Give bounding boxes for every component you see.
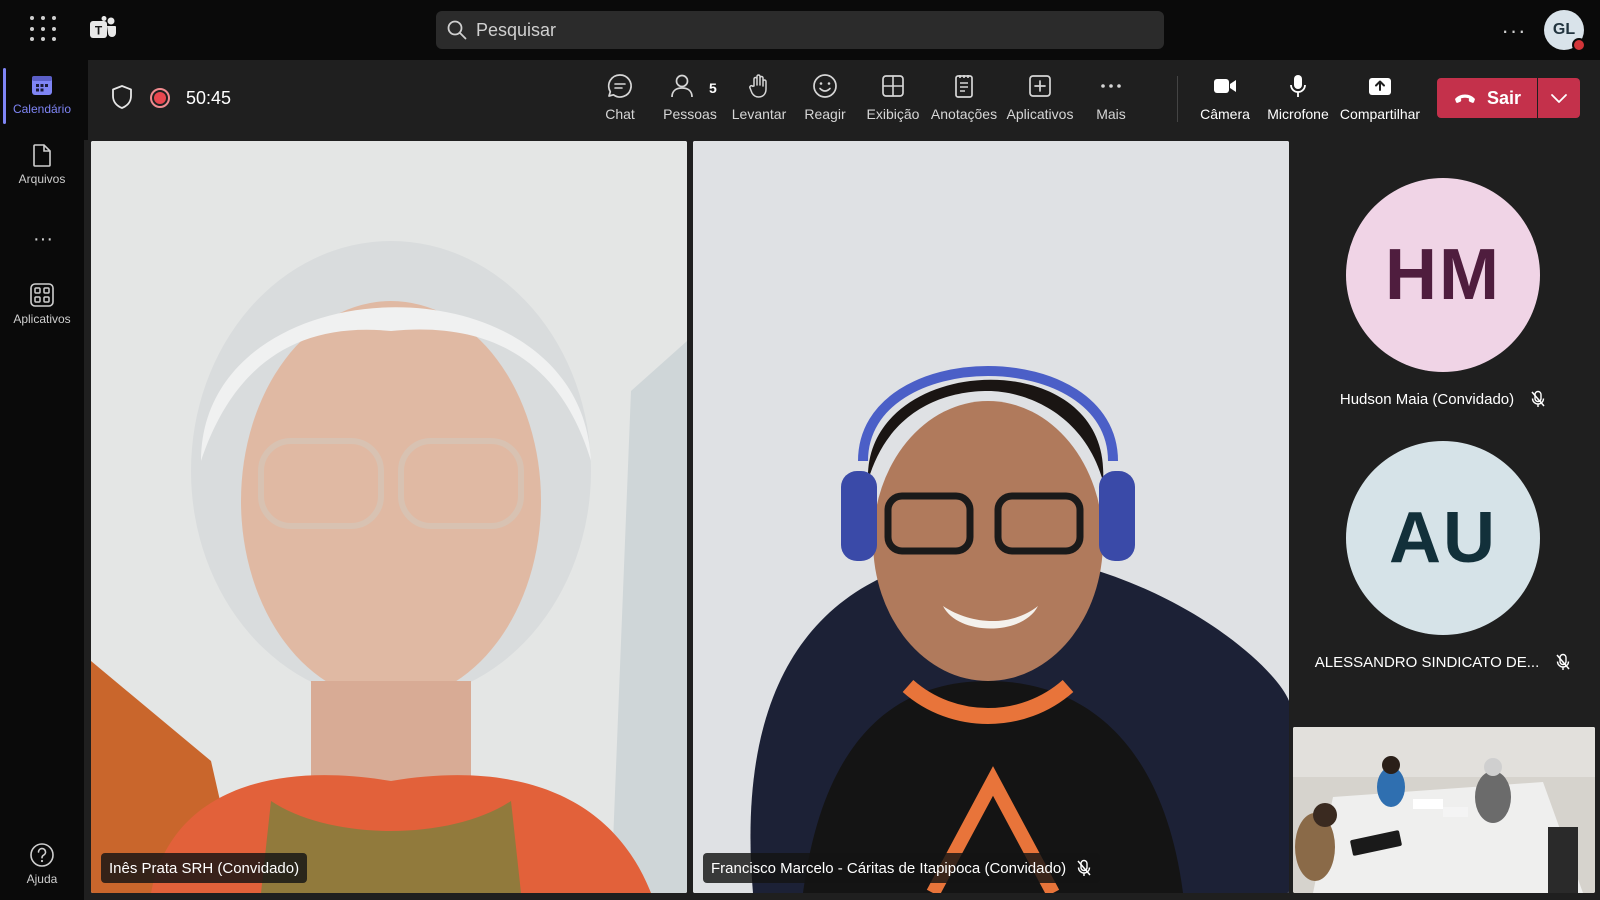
share-label: Compartilhar	[1339, 106, 1421, 122]
presence-busy-icon	[1572, 38, 1586, 52]
avatar-tile-hudson[interactable]: HM Hudson Maia (Convidado)	[1340, 178, 1545, 408]
avatar-tile-alessandro[interactable]: AU ALESSANDRO SINDICATO DE...	[1315, 441, 1570, 671]
recording-icon	[150, 88, 170, 108]
participant-name: ALESSANDRO SINDICATO DE...	[1314, 653, 1540, 671]
mic-off-icon	[1531, 390, 1545, 407]
app-rail: Calendário Arquivos ··· Aplicativos Ajud…	[0, 60, 84, 900]
meeting-toolbar: 50:45 Chat 5 Pessoas Levantar Reagir Exi…	[88, 60, 1600, 140]
add-app-icon	[1029, 75, 1051, 97]
participant-name: Hudson Maia (Convidado)	[1339, 390, 1515, 408]
rail-item-calendar[interactable]: Calendário	[0, 72, 84, 116]
mic-off-icon	[1556, 653, 1570, 670]
chevron-down-icon	[1551, 94, 1567, 103]
notes-button[interactable]: Anotações	[930, 72, 998, 122]
avatar-initials: HM	[1385, 235, 1501, 315]
add-apps-button[interactable]: Aplicativos	[1005, 72, 1075, 122]
microphone-icon	[1290, 75, 1306, 97]
people-label: Pessoas	[663, 106, 717, 122]
share-button[interactable]: Compartilhar	[1339, 72, 1421, 122]
rail-item-files[interactable]: Arquivos	[0, 142, 84, 186]
participant-name-tag: Hudson Maia (Convidado)	[1340, 390, 1546, 408]
microphone-button[interactable]: Microfone	[1266, 72, 1330, 122]
help-icon	[30, 843, 54, 867]
raise-hand-button[interactable]: Levantar	[730, 72, 788, 122]
rail-label: Ajuda	[26, 872, 58, 886]
rail-item-apps[interactable]: Aplicativos	[0, 282, 84, 326]
file-icon	[33, 144, 51, 167]
video-tile-ines[interactable]: Inês Prata SRH (Convidado)	[91, 141, 687, 893]
avatar-circle: AU	[1346, 441, 1540, 635]
self-view-tile[interactable]	[1293, 727, 1595, 893]
chat-label: Chat	[605, 106, 635, 122]
raise-hand-label: Levantar	[731, 106, 787, 122]
search-icon	[447, 20, 467, 40]
chat-button[interactable]: Chat	[597, 72, 643, 122]
meeting-stage: Inês Prata SRH (Convidado) Francisco Mar…	[84, 140, 1600, 900]
leave-label: Sair	[1486, 87, 1522, 108]
meeting-timer: 50:45	[186, 88, 232, 108]
participant-name-tag: Inês Prata SRH (Convidado)	[101, 853, 308, 883]
view-icon	[882, 75, 904, 97]
react-button[interactable]: Reagir	[800, 72, 850, 122]
microphone-label: Microfone	[1267, 106, 1329, 122]
react-icon	[813, 74, 837, 98]
camera-icon	[1214, 79, 1236, 93]
camera-button[interactable]: Câmera	[1200, 72, 1250, 122]
people-button[interactable]: 5 Pessoas	[661, 72, 719, 122]
more-label: Mais	[1096, 106, 1126, 122]
notes-icon	[955, 75, 973, 98]
leave-button[interactable]: Sair	[1437, 78, 1537, 118]
app-launcher-icon[interactable]	[28, 14, 58, 44]
title-bar: T Pesquisar ··· GL	[0, 0, 1600, 60]
self-video-feed	[1293, 727, 1595, 893]
participant-name: Inês Prata SRH (Convidado)	[109, 859, 300, 877]
view-label: Exibição	[866, 106, 920, 122]
user-initials: GL	[1552, 21, 1576, 38]
participant-name-tag: ALESSANDRO SINDICATO DE...	[1315, 653, 1572, 671]
hang-up-icon	[1454, 94, 1475, 103]
participant-video-feed	[693, 141, 1289, 893]
rail-label: Arquivos	[18, 172, 66, 186]
rail-label: Aplicativos	[13, 312, 71, 326]
user-avatar[interactable]: GL	[1544, 10, 1586, 52]
raise-hand-icon	[749, 74, 767, 98]
teams-logo-icon: T	[90, 16, 116, 38]
search-bar[interactable]: Pesquisar	[436, 11, 1164, 49]
people-icon	[671, 74, 693, 98]
settings-more-icon[interactable]: ···	[1500, 18, 1528, 43]
more-icon	[1101, 84, 1121, 88]
participant-name-tag: Francisco Marcelo - Cáritas de Itapipoca…	[703, 853, 1101, 883]
share-icon	[1369, 78, 1391, 95]
search-input[interactable]: Pesquisar	[476, 20, 556, 41]
video-tile-francisco[interactable]: Francisco Marcelo - Cáritas de Itapipoca…	[693, 141, 1289, 893]
more-apps-icon[interactable]: ···	[30, 228, 56, 251]
leave-options-button[interactable]	[1538, 78, 1580, 118]
mic-off-icon	[1077, 859, 1091, 876]
chat-icon	[607, 74, 632, 98]
participant-video-feed	[91, 141, 687, 893]
calendar-icon	[32, 76, 52, 95]
camera-label: Câmera	[1200, 106, 1250, 122]
react-label: Reagir	[804, 106, 846, 122]
notes-label: Anotações	[930, 106, 998, 122]
avatar-initials: AU	[1389, 498, 1497, 578]
participant-name: Francisco Marcelo - Cáritas de Itapipoca…	[711, 859, 1067, 877]
rail-item-help[interactable]: Ajuda	[0, 842, 84, 886]
toolbar-divider	[1177, 76, 1178, 122]
apps-icon	[30, 283, 54, 307]
svg-text:T: T	[95, 24, 103, 38]
view-button[interactable]: Exibição	[864, 72, 922, 122]
more-button[interactable]: Mais	[1091, 72, 1131, 122]
add-apps-label: Aplicativos	[1006, 106, 1074, 122]
people-count: 5	[709, 80, 717, 96]
avatar-circle: HM	[1346, 178, 1540, 372]
shield-icon[interactable]	[110, 84, 134, 110]
rail-label: Calendário	[12, 102, 72, 116]
